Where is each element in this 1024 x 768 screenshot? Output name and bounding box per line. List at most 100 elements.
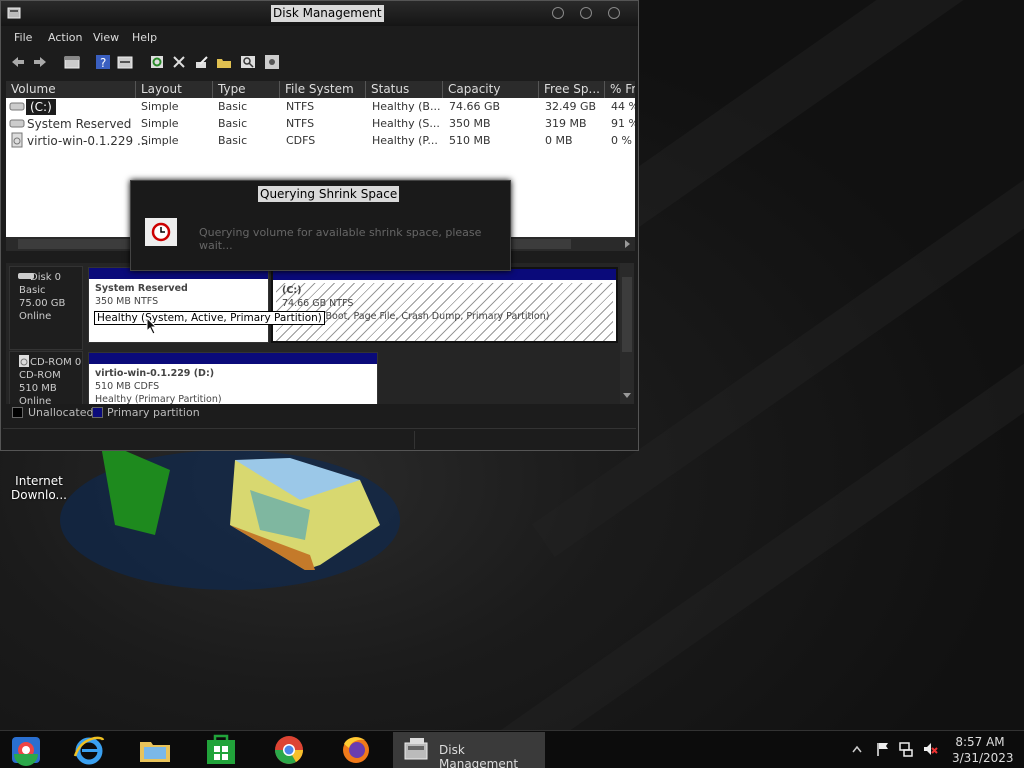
status-cell: Healthy (S... [372,117,440,130]
volume-name-system-reserved[interactable]: System Reserved [27,116,131,132]
cd-rom-0-label[interactable]: CD-ROM 0 CD-ROM 510 MB Online [9,351,83,404]
disk-0-label[interactable]: Disk 0 Basic 75.00 GB Online [9,266,83,350]
disk-state: Online [19,311,52,322]
filesystem-cell: NTFS [286,100,315,113]
partition-name: (C:) [282,285,302,296]
column-header-free-space[interactable]: Free Sp... [539,81,605,98]
scroll-right-icon[interactable] [623,240,631,248]
partition-system-reserved[interactable]: System Reserved 350 MB NTFS [88,267,269,343]
menu-action[interactable]: Action [48,31,82,44]
show-hidden-icons-chevron-icon[interactable] [852,745,862,753]
desktop-icon-label: Internet Downlo... [11,474,67,502]
properties-icon[interactable] [117,54,133,70]
menu-help[interactable]: Help [132,31,157,44]
refresh-icon[interactable] [149,54,165,70]
column-header-type[interactable]: Type [213,81,280,98]
percent-free-cell: 44 % [611,100,635,113]
help-icon[interactable]: ? [95,54,111,70]
disk-kind: CD-ROM [19,370,61,381]
mouse-cursor-icon [146,317,158,335]
unallocated-swatch [12,407,23,418]
maximize-button[interactable] [580,7,592,19]
primary-partition-bar [89,353,377,364]
type-cell: Basic [218,134,248,147]
legend-primary-partition: Primary partition [107,406,200,419]
clock-time: 8:57 AM [955,735,1005,749]
disk-management-app-icon [7,7,21,19]
column-header-status[interactable]: Status [366,81,443,98]
disk-state: Online [19,396,52,404]
back-arrow-icon[interactable] [10,54,26,70]
status-cell: Healthy (P... [372,134,438,147]
column-header-capacity[interactable]: Capacity [443,81,539,98]
open-folder-icon[interactable] [216,54,232,70]
vertical-scrollbar[interactable] [620,263,634,404]
status-cell: Healthy (B... [372,100,441,113]
percent-free-cell: 0 % [611,134,632,147]
disk-kind: Basic [19,285,46,296]
partition-status-tooltip: Healthy (System, Active, Primary Partiti… [94,311,325,325]
taskbar-app-label: Disk Management [439,743,519,768]
partition-c[interactable]: (C:) 74.66 GB NTFS Healthy (Boot, Page F… [271,267,618,343]
layout-cell: Simple [141,134,179,147]
status-bar [3,428,636,450]
menu-file[interactable]: File [14,31,32,44]
free-space-cell: 319 MB [545,117,587,130]
legend-unallocated: Unallocated [28,406,94,419]
title-bar[interactable]: Disk Management [1,1,638,26]
toolbar: ? [1,51,638,75]
free-space-cell: 0 MB [545,134,573,147]
partition-virtio-win[interactable]: virtio-win-0.1.229 (D:) 510 MB CDFS Heal… [88,352,378,404]
capacity-cell: 74.66 GB [449,100,501,113]
volume-muted-icon[interactable] [922,741,938,757]
start-orb-icon[interactable] [9,734,43,766]
scrollbar-thumb[interactable] [622,277,632,352]
internet-explorer-logo-art [60,440,400,590]
column-header-layout[interactable]: Layout [136,81,213,98]
cd-rom-icon [19,355,29,367]
layout-cell: Simple [141,117,179,130]
network-icon[interactable] [898,741,914,757]
close-button[interactable] [608,7,620,19]
capacity-cell: 510 MB [449,134,491,147]
internet-download-manager-shortcut[interactable]: Internet Downlo... [8,448,70,502]
column-header-file-system[interactable]: File System [280,81,366,98]
chrome-icon[interactable] [272,734,306,766]
edit-icon[interactable] [194,54,210,70]
taskbar-disk-management[interactable]: Disk Management [393,732,545,768]
delete-icon[interactable] [171,54,187,70]
column-header-percent-free[interactable]: % Fr [605,81,635,98]
taskbar: Disk Management 8:57 AM 3/31/2023 [0,730,1024,768]
internet-explorer-icon[interactable] [72,734,106,766]
partition-size: 74.66 GB NTFS [282,298,354,309]
action-center-flag-icon[interactable] [875,741,891,757]
type-cell: Basic [218,100,248,113]
search-icon[interactable] [240,54,256,70]
type-cell: Basic [218,117,248,130]
menu-view[interactable]: View [93,31,119,44]
scroll-down-icon[interactable] [623,391,631,399]
forward-arrow-icon[interactable] [32,54,48,70]
volume-name-c[interactable]: (C:) [26,99,56,115]
partition-name: System Reserved [95,283,188,294]
file-explorer-icon[interactable] [138,734,172,766]
window-title: Disk Management [271,5,384,22]
drive-icon [9,119,25,128]
drive-icon [9,102,25,111]
legend: Unallocated Primary partition [6,404,634,422]
dialog-title: Querying Shrink Space [258,186,400,202]
free-space-cell: 32.49 GB [545,100,597,113]
menu-bar: File Action View Help [1,28,638,47]
show-hide-console-tree-icon[interactable] [64,54,80,70]
disk-management-icon [404,738,428,760]
firefox-icon[interactable] [339,734,373,766]
taskbar-clock[interactable]: 8:57 AM 3/31/2023 [952,734,1014,766]
filesystem-cell: NTFS [286,117,315,130]
settings-icon[interactable] [264,54,280,70]
minimize-button[interactable] [552,7,564,19]
volume-name-virtio-win[interactable]: virtio-win-0.1.229 ... [27,133,148,149]
clock-icon [151,222,171,242]
column-header-volume[interactable]: Volume [6,81,136,98]
querying-shrink-space-dialog: Querying Shrink Space Querying volume fo… [130,180,511,271]
store-icon[interactable] [204,734,238,766]
